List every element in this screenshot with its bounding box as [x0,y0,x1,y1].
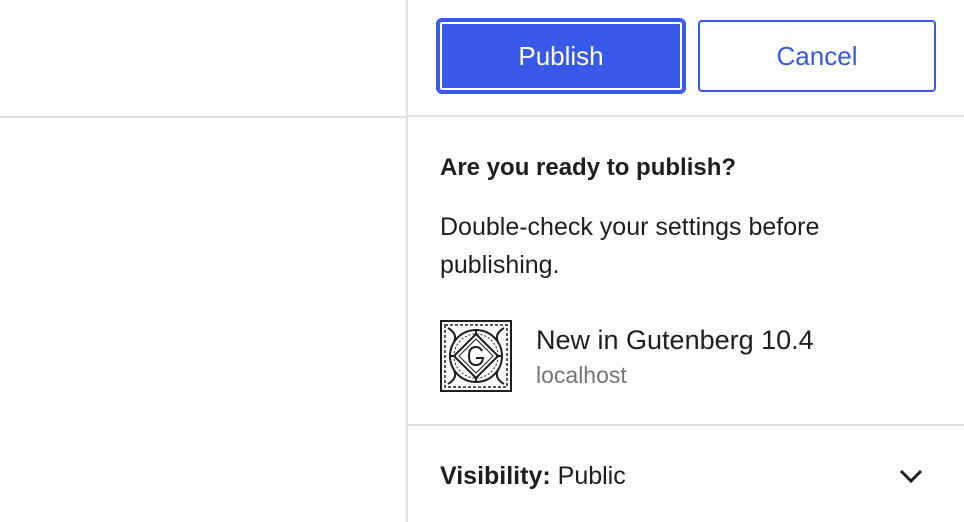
prepublish-intro: Are you ready to publish? Double-check y… [440,150,940,284]
visibility-panel-toggle[interactable]: Visibility: Public [408,424,964,522]
publish-panel: Publish Cancel Are you ready to publish?… [408,0,964,522]
site-card: New in Gutenberg 10.4 localhost [440,320,940,394]
editor-canvas [0,0,407,522]
publish-screen: Publish Cancel Are you ready to publish?… [0,0,964,522]
publish-button[interactable]: Publish [436,18,686,94]
prepublish-title: Are you ready to publish? [440,154,737,181]
chevron-down-icon[interactable] [896,464,926,488]
site-home: localhost [536,362,627,388]
site-name: New in Gutenberg 10.4 [536,325,814,355]
visibility-label: Visibility: [440,462,551,490]
visibility-value: Public [557,462,626,490]
visibility-summary: Visibility: Public [440,458,626,494]
editor-header-divider [0,116,407,118]
publish-panel-header: Publish Cancel [408,0,964,117]
cancel-button[interactable]: Cancel [698,20,936,92]
prepublish-description: Double-check your settings before publis… [440,213,820,279]
site-logo-icon [440,320,512,392]
